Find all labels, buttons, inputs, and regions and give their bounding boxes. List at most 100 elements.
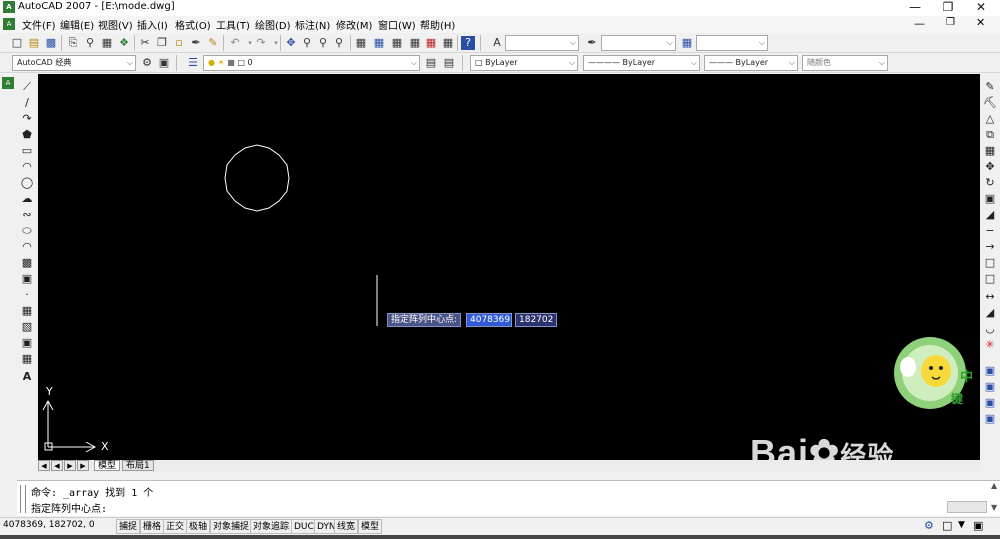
chamfer-icon[interactable]: ◢ bbox=[983, 306, 997, 320]
new-icon[interactable]: □ bbox=[10, 36, 24, 50]
zoom-previous-icon[interactable]: ⚲ bbox=[332, 36, 346, 50]
ellipse-arc-icon[interactable]: ◠ bbox=[20, 240, 34, 254]
zoom-window-icon[interactable]: ⚲ bbox=[316, 36, 330, 50]
paste-icon[interactable]: ▫ bbox=[172, 36, 186, 50]
revision-cloud-icon[interactable]: ☁ bbox=[20, 192, 34, 206]
move-icon[interactable]: ✥ bbox=[983, 160, 997, 174]
scale-icon[interactable]: ▣ bbox=[983, 192, 997, 206]
pan-icon[interactable]: ✥ bbox=[284, 36, 298, 50]
gradient-icon[interactable]: ▧ bbox=[20, 320, 34, 334]
workspace-combo[interactable]: AutoCAD 经典 ⌵ bbox=[12, 55, 136, 71]
prev-tab-icon[interactable]: ◀ bbox=[51, 460, 63, 471]
ortho-button[interactable]: 正交 bbox=[163, 519, 188, 534]
undo-icon[interactable]: ↶ bbox=[228, 36, 242, 50]
command-line[interactable]: 命令: _array 找到 1 个 指定阵列中心点: ▲ ▼ bbox=[17, 480, 1000, 516]
polygon-icon[interactable]: ⬟ bbox=[20, 128, 34, 142]
tab-layout1[interactable]: 布局1 bbox=[122, 460, 154, 471]
rotate-icon[interactable]: ↻ bbox=[983, 176, 997, 190]
menu-insert[interactable]: 插入(I) bbox=[137, 17, 168, 32]
menu-dimension[interactable]: 标注(N) bbox=[295, 17, 330, 32]
erase-icon[interactable]: ✎ bbox=[983, 80, 997, 94]
match-properties-icon[interactable]: ✒ bbox=[189, 36, 203, 50]
markup-icon[interactable]: ▦ bbox=[424, 36, 438, 50]
arc-icon[interactable]: ◠ bbox=[20, 160, 34, 174]
plot-preview-icon[interactable]: ⚲ bbox=[83, 36, 97, 50]
rectangle-icon[interactable]: ▭ bbox=[20, 144, 34, 158]
lineweight-button[interactable]: 线宽 bbox=[334, 519, 359, 534]
circle-icon[interactable]: ◯ bbox=[20, 176, 34, 190]
menu-view[interactable]: 视图(V) bbox=[98, 17, 133, 32]
print-icon[interactable]: ⎘ bbox=[66, 36, 80, 50]
trim-icon[interactable]: − bbox=[983, 224, 997, 238]
workspace-settings-icon[interactable]: ⚙ bbox=[140, 56, 154, 70]
scroll-down-icon[interactable]: ▼ bbox=[991, 503, 997, 512]
menu-edit[interactable]: 编辑(E) bbox=[60, 17, 94, 32]
snap-button[interactable]: 捕捉 bbox=[116, 519, 141, 534]
clean-screen-icon[interactable]: ▣ bbox=[973, 519, 983, 532]
explode-icon[interactable]: ✳ bbox=[983, 338, 997, 352]
text-style-combo[interactable]: ⌵ bbox=[505, 35, 579, 51]
fillet-icon[interactable]: ◡ bbox=[983, 322, 997, 336]
zoom-realtime-icon[interactable]: ⚲ bbox=[300, 36, 314, 50]
polyline-icon[interactable]: ↷ bbox=[20, 112, 34, 126]
help-icon[interactable]: ? bbox=[461, 36, 475, 50]
next-tab-icon[interactable]: ▶ bbox=[64, 460, 76, 471]
draw-order-icon[interactable]: ▣ bbox=[983, 364, 997, 378]
polar-button[interactable]: 极轴 bbox=[186, 519, 211, 534]
copy-icon[interactable]: ❐ bbox=[155, 36, 169, 50]
cut-icon[interactable]: ✂ bbox=[138, 36, 152, 50]
lineweight-combo[interactable]: ——— ByLayer ⌵ bbox=[704, 55, 798, 71]
block-editor-icon[interactable]: ✎ bbox=[206, 36, 220, 50]
toolbar-lock-icon[interactable]: □ bbox=[942, 519, 952, 532]
osnap-button[interactable]: 对象捕捉 bbox=[210, 519, 253, 534]
line-icon[interactable]: ⟋ bbox=[20, 80, 34, 94]
command-grip[interactable] bbox=[20, 485, 26, 513]
copy-object-icon[interactable]: ⛏ bbox=[983, 96, 997, 110]
properties-icon[interactable]: ▦ bbox=[354, 36, 368, 50]
color-combo[interactable]: □ ByLayer ⌵ bbox=[470, 55, 578, 71]
open-icon[interactable]: ▤ bbox=[27, 36, 41, 50]
linetype-combo[interactable]: ———— ByLayer ⌵ bbox=[583, 55, 700, 71]
make-current-layer-icon[interactable]: ▤ bbox=[424, 56, 438, 70]
menu-modify[interactable]: 修改(M) bbox=[336, 17, 372, 32]
break-icon[interactable]: □ bbox=[983, 272, 997, 286]
communication-center-icon[interactable]: ⚙ bbox=[924, 519, 934, 532]
redo-icon[interactable]: ↷ bbox=[254, 36, 268, 50]
command-scrollbar[interactable] bbox=[947, 501, 987, 513]
scroll-up-icon[interactable]: ▲ bbox=[991, 481, 997, 490]
dynamic-input-x-field[interactable]: 4078369 bbox=[466, 313, 512, 327]
make-block-icon[interactable]: ▣ bbox=[20, 272, 34, 286]
layer-previous-icon[interactable]: ▤ bbox=[442, 56, 456, 70]
construction-line-icon[interactable]: ∕ bbox=[20, 96, 34, 110]
bring-above-icon[interactable]: ▣ bbox=[983, 412, 997, 426]
tab-model[interactable]: 模型 bbox=[94, 460, 121, 471]
sheet-icon[interactable]: A bbox=[2, 77, 14, 89]
table-style-icon[interactable]: ▦ bbox=[680, 36, 694, 50]
break-at-point-icon[interactable]: □ bbox=[983, 256, 997, 270]
sheet-set-icon[interactable]: ▦ bbox=[408, 36, 422, 50]
menu-file[interactable]: 文件(F) bbox=[22, 17, 56, 32]
grid-button[interactable]: 栅格 bbox=[140, 519, 165, 534]
dynamic-input-y-field[interactable]: 182702 bbox=[515, 313, 557, 327]
dim-style-icon[interactable]: ✒ bbox=[585, 36, 599, 50]
menu-format[interactable]: 格式(O) bbox=[175, 17, 211, 32]
calculator-icon[interactable]: ▦ bbox=[441, 36, 455, 50]
my-workspace-icon[interactable]: ▣ bbox=[157, 56, 171, 70]
minimize-icon[interactable]: — bbox=[900, 0, 930, 16]
publish-icon[interactable]: ▦ bbox=[100, 36, 114, 50]
otrack-button[interactable]: 对象追踪 bbox=[250, 519, 293, 534]
save-icon[interactable]: ▩ bbox=[44, 36, 58, 50]
doc-restore-icon[interactable]: ❐ bbox=[946, 17, 955, 28]
region-icon[interactable]: ▣ bbox=[20, 336, 34, 350]
table-style-combo[interactable]: ⌵ bbox=[696, 35, 768, 51]
status-menu-icon[interactable]: ▼ bbox=[958, 520, 965, 530]
layer-manager-icon[interactable]: ☰ bbox=[186, 56, 200, 70]
array-icon[interactable]: ▦ bbox=[983, 144, 997, 158]
dim-style-combo[interactable]: ⌵ bbox=[601, 35, 676, 51]
first-tab-icon[interactable]: ◀ bbox=[38, 460, 50, 471]
extend-icon[interactable]: → bbox=[983, 240, 997, 254]
layer-combo[interactable]: ● ☀ ■ □ 0 ⌵ bbox=[203, 55, 420, 71]
ellipse-icon[interactable]: ⬭ bbox=[20, 224, 34, 238]
model-button[interactable]: 模型 bbox=[358, 519, 383, 534]
table-icon[interactable]: ▦ bbox=[20, 352, 34, 366]
